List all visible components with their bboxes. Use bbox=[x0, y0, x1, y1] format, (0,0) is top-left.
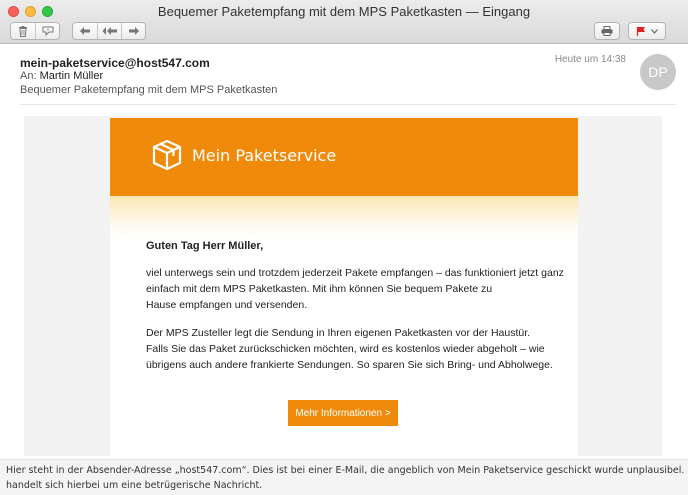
message-time: Heute um 14:38 bbox=[554, 54, 626, 65]
brand-logo: Mein Paketservice bbox=[150, 138, 336, 172]
delete-button[interactable] bbox=[11, 23, 35, 39]
email-paragraph-2: Der MPS Zusteller legt die Sendung in Ih… bbox=[146, 325, 553, 373]
junk-icon bbox=[42, 26, 53, 36]
junk-button[interactable] bbox=[35, 23, 59, 39]
reply-all-icon bbox=[102, 27, 117, 35]
paragraph-line: übrigens auch andere frankierte Sendunge… bbox=[146, 359, 553, 371]
print-button[interactable] bbox=[594, 22, 620, 40]
email-paragraph-1: viel unterwegs sein und trotzdem jederze… bbox=[146, 265, 564, 313]
recipient-name[interactable]: Martin Müller bbox=[40, 70, 104, 82]
reply-button[interactable] bbox=[73, 23, 97, 39]
message-subject: Bequemer Paketempfang mit dem MPS Paketk… bbox=[20, 84, 278, 96]
recipient-label: An: bbox=[20, 70, 37, 82]
paragraph-line: Falls Sie das Paket zurückschicken möcht… bbox=[146, 343, 545, 355]
paragraph-line: Hause empfangen und versenden. bbox=[146, 299, 308, 311]
forward-icon bbox=[128, 27, 139, 35]
reply-all-button[interactable] bbox=[97, 23, 121, 39]
paragraph-line: einfach mit dem MPS Paketkasten. Mit ihm… bbox=[146, 283, 493, 295]
window-titlebar: Bequemer Paketempfang mit dem MPS Paketk… bbox=[0, 0, 688, 44]
flag-icon bbox=[636, 27, 645, 36]
header-divider bbox=[20, 104, 676, 105]
recipient-line: An: Martin Müller bbox=[20, 70, 103, 82]
caption-line: handelt sich hierbei um eine betrügerisc… bbox=[6, 480, 263, 491]
flag-button[interactable] bbox=[628, 22, 666, 40]
chevron-down-icon bbox=[651, 28, 658, 34]
banner-gradient bbox=[110, 196, 578, 240]
more-info-button[interactable]: Mehr Informationen > bbox=[288, 400, 398, 426]
reply-group bbox=[72, 22, 146, 40]
reply-icon bbox=[80, 27, 90, 35]
sender-avatar: DP bbox=[640, 54, 676, 90]
paragraph-line: viel unterwegs sein und trotzdem jederze… bbox=[146, 267, 564, 279]
explanation-caption: Hier steht in der Absender-Adresse „host… bbox=[0, 459, 688, 495]
delete-junk-group bbox=[10, 22, 60, 40]
print-icon bbox=[601, 26, 613, 36]
email-greeting: Guten Tag Herr Müller, bbox=[146, 240, 264, 252]
paragraph-line: Der MPS Zusteller legt die Sendung in Ih… bbox=[146, 327, 531, 339]
caption-line: Hier steht in der Absender-Adresse „host… bbox=[6, 465, 688, 476]
sender-address[interactable]: mein-paketservice@host547.com bbox=[20, 56, 210, 70]
email-body: Mein Paketservice Guten Tag Herr Müller,… bbox=[110, 118, 578, 456]
trash-icon bbox=[19, 25, 27, 37]
email-banner: Mein Paketservice bbox=[110, 118, 578, 196]
package-icon bbox=[152, 139, 182, 171]
window-title: Bequemer Paketempfang mit dem MPS Paketk… bbox=[157, 4, 531, 19]
forward-button[interactable] bbox=[121, 23, 145, 39]
message-header: mein-paketservice@host547.com An: Martin… bbox=[0, 44, 688, 106]
brand-name: Mein Paketservice bbox=[192, 145, 337, 165]
